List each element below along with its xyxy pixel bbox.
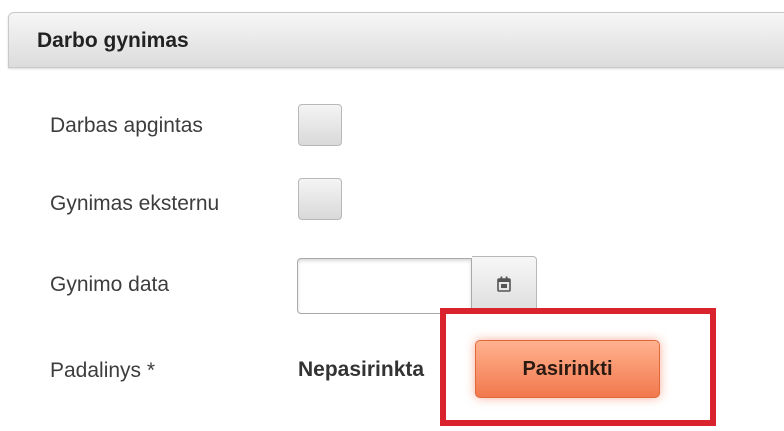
panel-header: Darbo gynimas (8, 12, 784, 68)
unit-label: Padalinys * (50, 359, 156, 382)
panel-title: Darbo gynimas (37, 29, 189, 52)
calendar-icon (497, 276, 511, 292)
select-unit-button[interactable]: Pasirinkti (475, 340, 660, 398)
date-picker-button[interactable] (472, 256, 537, 312)
defended-label: Darbas apgintas (50, 114, 203, 137)
defense-date-label: Gynimo data (50, 273, 170, 296)
unit-value: Nepasirinkta (298, 358, 425, 381)
external-label: Gynimas eksternu (50, 192, 220, 215)
external-checkbox[interactable] (298, 178, 342, 220)
defense-date-input[interactable] (297, 258, 472, 314)
defended-checkbox[interactable] (298, 104, 342, 146)
